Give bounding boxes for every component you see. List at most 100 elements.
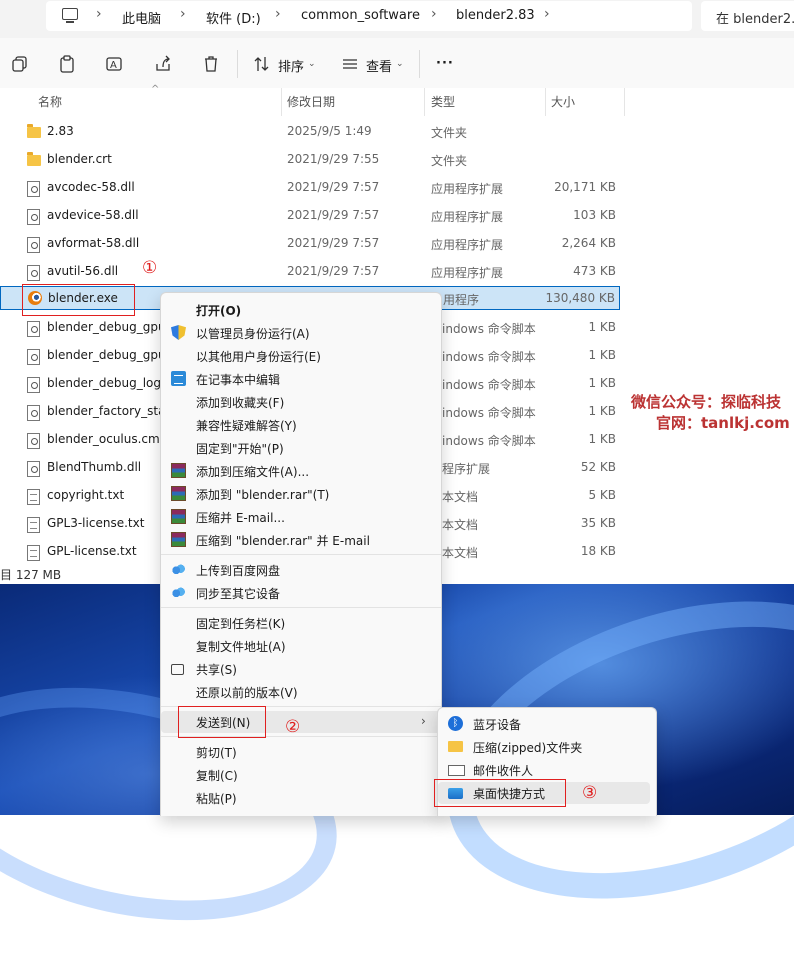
watermark-wechat: 微信公众号：探临科技: [631, 393, 782, 411]
chevron-down-icon[interactable]: ⌄: [396, 59, 404, 69]
menu-item-copy[interactable]: 复制(C): [161, 764, 441, 786]
highlight-box-send-to: [178, 706, 266, 738]
submenu-item-mail-recipient[interactable]: 邮件收件人: [438, 759, 656, 781]
menu-item-upload-baidu[interactable]: 上传到百度网盘: [161, 559, 441, 581]
chevron-right-icon[interactable]: ›: [431, 6, 437, 22]
rename-icon[interactable]: A: [106, 55, 124, 73]
menu-item-open[interactable]: 打开(O): [161, 299, 441, 321]
sort-button[interactable]: 排序: [278, 56, 304, 75]
mail-icon: [448, 765, 465, 776]
notepad-icon: [171, 371, 186, 386]
column-divider[interactable]: [281, 88, 282, 116]
dll-file-icon: [27, 237, 40, 253]
file-type: indows 命令脚本: [442, 322, 536, 336]
breadcrumb-blender283[interactable]: blender2.83: [456, 8, 535, 23]
file-row[interactable]: 2.83 2025/9/5 1:49 文件夹: [0, 118, 630, 146]
watermark-website: 官网：tanlkj.com: [656, 414, 790, 432]
file-type: 本文档: [442, 490, 479, 504]
breadcrumb-drive-d[interactable]: 软件 (D:): [206, 8, 261, 27]
chevron-right-icon[interactable]: ›: [96, 6, 102, 22]
command-bar: A 排序 ⌄ 查看 ⌄ ···: [0, 38, 794, 88]
chevron-down-icon[interactable]: ⌄: [308, 59, 316, 69]
breadcrumb-this-pc[interactable]: 此电脑: [122, 8, 161, 27]
file-size: 5 KB: [588, 488, 616, 502]
menu-item-sync-devices[interactable]: 同步至其它设备: [161, 582, 441, 604]
winrar-icon: [171, 463, 186, 478]
file-modified: 2021/9/29 7:57: [287, 180, 380, 194]
menu-item-label: 邮件收件人: [473, 764, 534, 778]
script-file-icon: [27, 405, 40, 421]
delete-icon[interactable]: [202, 55, 220, 73]
menu-item-share[interactable]: 共享(S): [161, 658, 441, 680]
step-marker-2: ②: [285, 717, 301, 737]
paste-icon[interactable]: [58, 55, 76, 73]
menu-item-label: 剪切(T): [196, 746, 237, 760]
address-bar[interactable]: › 此电脑 › 软件 (D:) › common_software › blen…: [46, 1, 692, 31]
menu-item-pin-to-taskbar[interactable]: 固定到任务栏(K): [161, 612, 441, 634]
menu-item-add-to-archive[interactable]: 添加到压缩文件(A)...: [161, 460, 441, 482]
menu-item-compatibility[interactable]: 兼容性疑难解答(Y): [161, 414, 441, 436]
file-type: 程序扩展: [442, 462, 491, 476]
column-header-type[interactable]: 类型: [431, 93, 455, 110]
menu-item-label: 以管理员身份运行(A): [196, 327, 310, 341]
menu-item-add-to-favorites[interactable]: 添加到收藏夹(F): [161, 391, 441, 413]
file-modified: 2025/9/5 1:49: [287, 124, 372, 138]
file-row[interactable]: avformat-58.dll 2021/9/29 7:57 应用程序扩展 2,…: [0, 230, 630, 258]
copy-icon[interactable]: [11, 55, 29, 73]
menu-item-compress-and-email[interactable]: 压缩并 E-mail...: [161, 506, 441, 528]
share-icon[interactable]: [154, 55, 172, 73]
chevron-right-icon[interactable]: ›: [544, 6, 550, 22]
file-name: blender_factory_sta: [47, 404, 166, 418]
column-header-size[interactable]: 大小: [551, 93, 575, 110]
menu-item-label: 在记事本中编辑: [196, 373, 281, 387]
chevron-right-icon[interactable]: ›: [275, 6, 281, 22]
file-row[interactable]: avutil-56.dll 2021/9/29 7:57 应用程序扩展 473 …: [0, 258, 630, 286]
breadcrumb-common-software[interactable]: common_software: [301, 8, 420, 23]
more-options-button[interactable]: ···: [436, 56, 454, 71]
menu-item-restore-versions[interactable]: 还原以前的版本(V): [161, 681, 441, 703]
file-row[interactable]: blender.crt 2021/9/29 7:55 文件夹: [0, 146, 630, 174]
column-divider[interactable]: [424, 88, 425, 116]
file-name: BlendThumb.dll: [47, 460, 142, 474]
menu-item-paste[interactable]: 粘贴(P): [161, 787, 441, 809]
file-size: 20,171 KB: [554, 180, 616, 194]
script-file-icon: [27, 433, 40, 449]
file-size: 473 KB: [573, 264, 616, 278]
winrar-icon: [171, 486, 186, 501]
menu-item-cut[interactable]: 剪切(T): [161, 741, 441, 763]
search-input[interactable]: 在 blender2.83: [716, 8, 794, 27]
menu-item-label: 打开(O): [196, 304, 242, 318]
menu-item-edit-in-notepad[interactable]: 在记事本中编辑: [161, 368, 441, 390]
menu-item-label: 还原以前的版本(V): [196, 686, 298, 700]
view-icon[interactable]: [341, 55, 359, 73]
menu-item-add-to-blender-rar[interactable]: 添加到 "blender.rar"(T): [161, 483, 441, 505]
file-modified: 2021/9/29 7:57: [287, 264, 380, 278]
file-type: 应用程序扩展: [431, 182, 504, 196]
submenu-item-zip-folder[interactable]: 压缩(zipped)文件夹: [438, 736, 656, 758]
search-box[interactable]: 在 blender2.83: [701, 1, 794, 31]
menu-item-label: 压缩(zipped)文件夹: [473, 741, 583, 755]
menu-item-label: 粘贴(P): [196, 792, 237, 806]
menu-item-compress-rar-and-email[interactable]: 压缩到 "blender.rar" 并 E-mail: [161, 529, 441, 551]
menu-item-pin-to-start[interactable]: 固定到"开始"(P): [161, 437, 441, 459]
computer-icon[interactable]: [62, 8, 78, 23]
file-row[interactable]: avdevice-58.dll 2021/9/29 7:57 应用程序扩展 10…: [0, 202, 630, 230]
menu-item-run-as-admin[interactable]: 以管理员身份运行(A): [161, 322, 441, 344]
file-row[interactable]: avcodec-58.dll 2021/9/29 7:57 应用程序扩展 20,…: [0, 174, 630, 202]
column-divider[interactable]: [545, 88, 546, 116]
chevron-right-icon: ›: [421, 714, 426, 728]
highlight-box-blender-exe: [22, 284, 135, 316]
column-header-name[interactable]: 名称: [38, 93, 62, 110]
sort-icon[interactable]: [253, 55, 271, 73]
file-type: indows 命令脚本: [442, 350, 536, 364]
chevron-right-icon[interactable]: ›: [180, 6, 186, 22]
file-size: 35 KB: [580, 516, 616, 530]
view-button[interactable]: 查看: [366, 56, 392, 75]
file-type: 应用程序扩展: [431, 210, 504, 224]
winrar-icon: [171, 509, 186, 524]
column-divider[interactable]: [624, 88, 625, 116]
submenu-item-bluetooth[interactable]: ᛒ 蓝牙设备: [438, 713, 656, 735]
menu-item-run-as-other-user[interactable]: 以其他用户身份运行(E): [161, 345, 441, 367]
column-header-modified[interactable]: 修改日期: [287, 93, 335, 110]
menu-item-copy-path[interactable]: 复制文件地址(A): [161, 635, 441, 657]
